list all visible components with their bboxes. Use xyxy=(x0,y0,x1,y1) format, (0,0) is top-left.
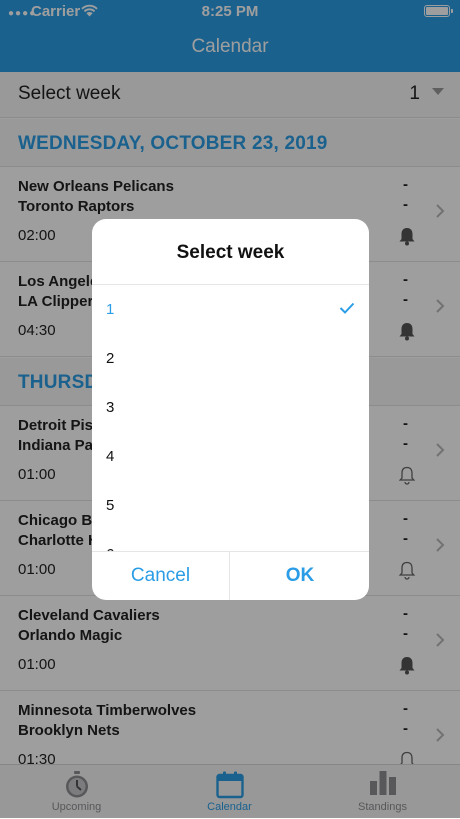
week-options-list[interactable]: 1 2 3 4 5 6 xyxy=(92,285,369,551)
week-option[interactable]: 6 xyxy=(106,530,369,551)
ok-button[interactable]: OK xyxy=(231,552,369,600)
week-option-label: 2 xyxy=(106,350,115,367)
app: ●●●● Carrier 8:25 PM Calendar Select wee… xyxy=(0,0,460,818)
week-option[interactable]: 4 xyxy=(106,432,369,481)
checkmark-icon xyxy=(339,302,355,314)
week-option[interactable]: 2 xyxy=(106,334,369,383)
dialog-title: Select week xyxy=(176,242,285,263)
week-option-label: 1 xyxy=(106,301,115,318)
week-option[interactable]: 3 xyxy=(106,383,369,432)
week-option-label: 3 xyxy=(106,399,115,416)
week-option[interactable]: 5 xyxy=(106,481,369,530)
week-option-label: 4 xyxy=(106,448,115,465)
week-option[interactable]: 1 xyxy=(106,285,369,334)
cancel-button[interactable]: Cancel xyxy=(92,552,230,600)
week-option-label: 5 xyxy=(106,497,115,514)
select-week-dialog: Select week 1 2 3 4 5 6 Cancel xyxy=(92,219,369,600)
dialog-actions: Cancel OK xyxy=(92,551,369,600)
